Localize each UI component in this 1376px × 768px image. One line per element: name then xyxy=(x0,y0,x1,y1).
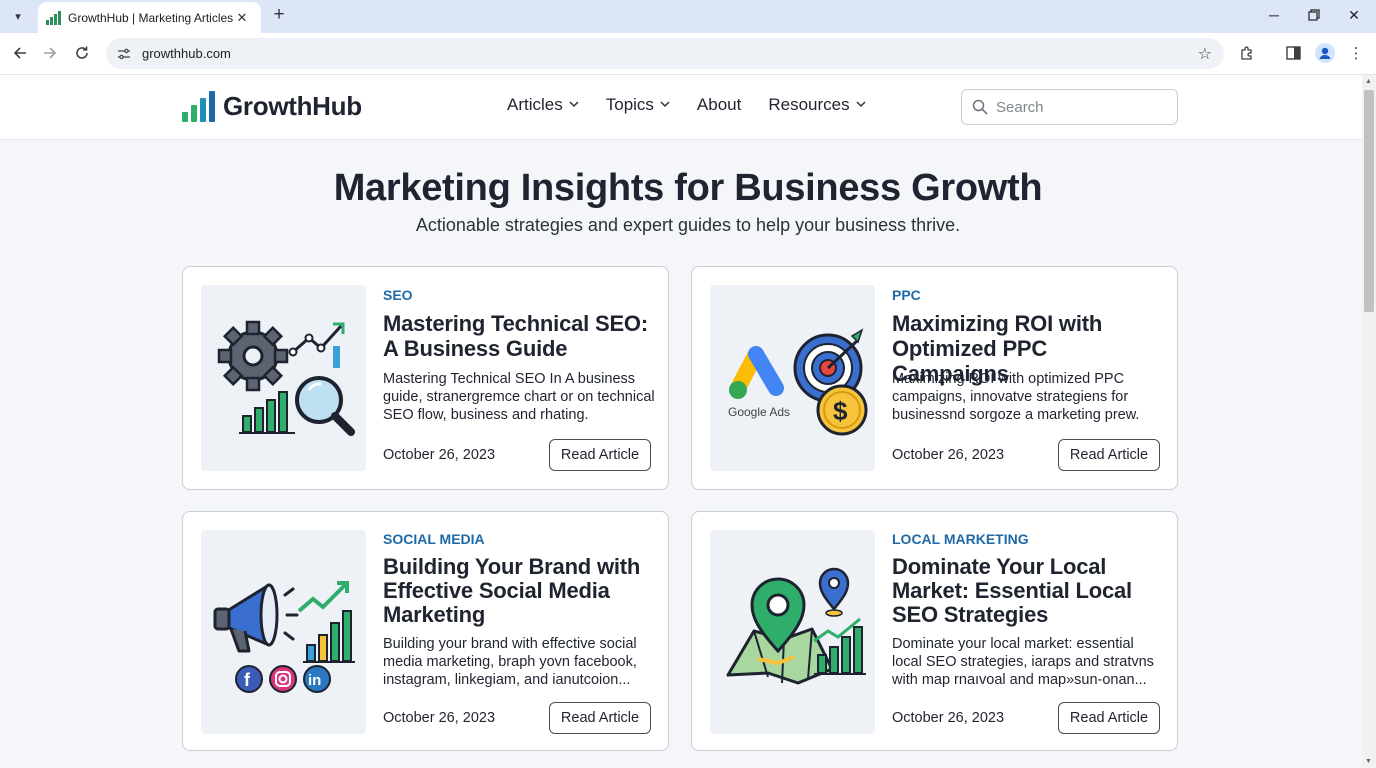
restore-icon[interactable] xyxy=(1292,0,1336,30)
map-pin-chart-icon xyxy=(726,567,866,685)
browser-menu-icon[interactable]: ⋮ xyxy=(1344,41,1368,65)
nav-label: Articles xyxy=(507,95,563,114)
article-date: October 26, 2023 xyxy=(892,447,1005,463)
article-title[interactable]: Building Your Brand with Effective Socia… xyxy=(383,555,658,627)
article-thumbnail: Google Ads $ xyxy=(710,285,875,471)
tab-title: GrowthHub | Marketing Articles xyxy=(68,10,233,25)
url-text: growthhub.com xyxy=(142,46,231,61)
side-panel-icon[interactable] xyxy=(1281,41,1305,65)
page-scrollbar[interactable]: ▲ ▼ xyxy=(1362,75,1376,768)
bookmark-star-icon[interactable]: ☆ xyxy=(1198,44,1212,64)
article-card: LOCAL MARKETING Dominate Your Local Mark… xyxy=(691,511,1178,751)
article-thumbnail xyxy=(201,285,366,471)
article-description: Dominate your local market: essential lo… xyxy=(892,636,1154,688)
article-card: f in SOCIAL MEDIA Building Your Brand wi… xyxy=(182,511,669,751)
new-tab-button[interactable]: + xyxy=(268,5,290,27)
scrollbar-thumb[interactable] xyxy=(1364,90,1374,312)
extensions-icon[interactable] xyxy=(1235,41,1259,65)
nav-about[interactable]: About xyxy=(697,95,741,115)
article-date: October 26, 2023 xyxy=(383,447,496,463)
read-article-button[interactable]: Read Article xyxy=(1058,439,1160,471)
nav-resources[interactable]: Resources xyxy=(768,95,866,115)
site-logo[interactable]: GrowthHub xyxy=(182,90,362,122)
scroll-down-icon[interactable]: ▼ xyxy=(1365,758,1372,765)
search-box[interactable] xyxy=(961,89,1178,125)
read-article-button[interactable]: Read Article xyxy=(549,702,651,734)
google-ads-target-coin-icon: Google Ads $ xyxy=(728,328,867,436)
nav-label: Topics xyxy=(605,95,654,114)
main-nav: Articles Topics About Resources xyxy=(507,95,866,115)
chevron-down-icon xyxy=(856,100,866,111)
article-description: Building your brand with effective socia… xyxy=(383,636,637,688)
article-category: SOCIAL MEDIA xyxy=(383,531,485,547)
nav-label: About xyxy=(696,95,742,114)
article-date: October 26, 2023 xyxy=(892,710,1005,726)
search-icon xyxy=(972,99,988,115)
address-bar[interactable]: growthhub.com ☆ xyxy=(106,38,1224,69)
svg-text:f: f xyxy=(244,670,251,690)
logo-bars-icon xyxy=(182,90,215,122)
svg-text:in: in xyxy=(308,672,321,689)
nav-label: Resources xyxy=(768,95,850,114)
page-title: Marketing Insights for Business Growth xyxy=(333,167,1043,209)
article-title[interactable]: Dominate Your Local Market: Essential Lo… xyxy=(892,555,1167,627)
nav-topics[interactable]: Topics xyxy=(606,95,670,115)
page-viewport: GrowthHub Articles Topics About Resource… xyxy=(0,75,1362,768)
megaphone-social-icon: f in xyxy=(213,581,355,693)
favicon-icon xyxy=(46,10,62,25)
close-window-icon[interactable]: ✕ xyxy=(1332,0,1376,30)
google-ads-label: Google Ads xyxy=(728,405,790,419)
article-thumbnail xyxy=(710,530,875,734)
browser-tab[interactable]: GrowthHub | Marketing Articles ✕ xyxy=(38,2,261,33)
article-title[interactable]: Mastering Technical SEO: A Business Guid… xyxy=(383,311,658,361)
read-article-button[interactable]: Read Article xyxy=(1058,702,1160,734)
tab-search-chevron-icon[interactable]: ▾ xyxy=(7,5,29,27)
article-card: SEO Mastering Technical SEO: A Business … xyxy=(182,266,669,490)
chevron-down-icon xyxy=(569,100,579,111)
seo-gear-chart-magnifier-icon xyxy=(217,320,355,436)
article-card: Google Ads $ PPC Maximizing ROI with Opt… xyxy=(691,266,1178,490)
browser-toolbar: growthhub.com ☆ ⋮ xyxy=(0,33,1376,75)
site-info-icon[interactable] xyxy=(116,46,132,62)
scroll-up-icon[interactable]: ▲ xyxy=(1365,78,1372,85)
read-article-button[interactable]: Read Article xyxy=(549,439,651,471)
tab-close-icon[interactable]: ✕ xyxy=(233,10,251,26)
reload-icon[interactable] xyxy=(70,41,94,65)
profile-avatar-icon[interactable] xyxy=(1313,41,1337,65)
article-date: October 26, 2023 xyxy=(383,710,496,726)
page-subtitle: Actionable strategies and expert guides … xyxy=(415,215,961,235)
article-description: Maximizing ROI with optimized PPC campai… xyxy=(892,371,1140,423)
chevron-down-icon xyxy=(660,100,670,111)
search-input[interactable] xyxy=(996,98,1166,116)
site-header: GrowthHub Articles Topics About Resource… xyxy=(0,75,1362,140)
article-category: PPC xyxy=(892,287,921,303)
logo-text: GrowthHub xyxy=(223,90,362,121)
nav-articles[interactable]: Articles xyxy=(507,95,579,115)
article-thumbnail: f in xyxy=(201,530,366,734)
article-category: SEO xyxy=(383,287,413,303)
minimize-icon[interactable]: ─ xyxy=(1252,0,1296,30)
svg-text:$: $ xyxy=(833,396,848,426)
browser-tab-bar: ▾ GrowthHub | Marketing Articles ✕ + ─ ✕ xyxy=(0,0,1376,33)
article-category: LOCAL MARKETING xyxy=(892,531,1029,547)
article-description: Mastering Technical SEO In A business gu… xyxy=(383,371,655,423)
back-icon[interactable] xyxy=(8,41,32,65)
forward-icon[interactable] xyxy=(38,41,62,65)
